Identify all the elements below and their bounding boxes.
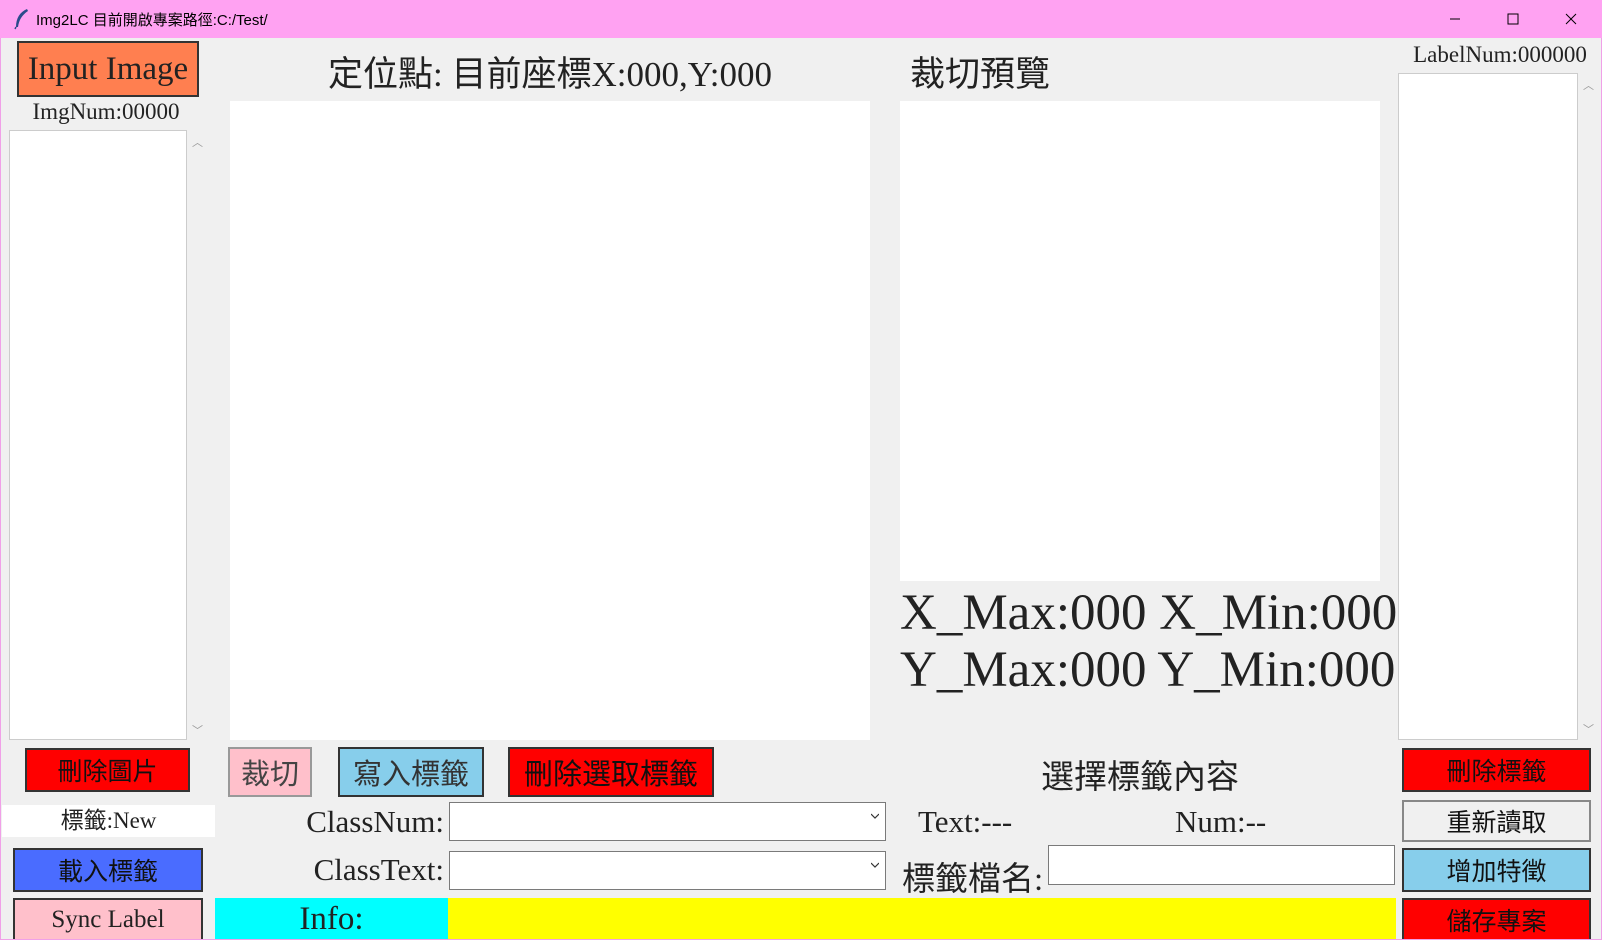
minimize-icon xyxy=(1450,18,1460,20)
text-value: Text:--- xyxy=(918,804,1013,839)
class-text-combobox[interactable] xyxy=(449,851,886,890)
maximize-icon xyxy=(1507,13,1519,25)
y-range-readout: Y_Max:000 Y_Min:000 xyxy=(900,642,1396,698)
label-list-scrollbar[interactable]: ︿ ﹀ xyxy=(1578,73,1598,740)
num-value: Num:-- xyxy=(1175,804,1267,839)
reload-button[interactable]: 重新讀取 xyxy=(1402,800,1591,842)
label-listbox[interactable] xyxy=(1398,73,1578,740)
select-content-title: 選擇標籤內容 xyxy=(1041,760,1239,796)
delete-image-button[interactable]: 刪除圖片 xyxy=(25,748,190,792)
class-num-label: ClassNum: xyxy=(306,804,444,839)
delete-selected-label-button[interactable]: 刪除選取標籤 xyxy=(508,747,714,797)
sync-label-button[interactable]: Sync Label xyxy=(13,898,203,940)
position-readout: 定位點: 目前座標X:000,Y:000 xyxy=(327,55,772,94)
img-num-label: ImgNum:00000 xyxy=(32,99,180,124)
chevron-up-icon[interactable]: ︿ xyxy=(192,134,203,150)
filename-input[interactable] xyxy=(1048,845,1395,885)
delete-label-button[interactable]: 刪除標籤 xyxy=(1402,748,1591,792)
image-listbox[interactable] xyxy=(9,130,187,740)
write-label-button[interactable]: 寫入標籤 xyxy=(338,747,484,797)
minimize-button[interactable] xyxy=(1426,0,1484,38)
close-icon xyxy=(1565,13,1577,25)
x-range-readout: X_Max:000 X_Min:000 xyxy=(900,585,1398,641)
class-num-combobox[interactable] xyxy=(449,802,886,841)
image-canvas[interactable] xyxy=(230,101,870,740)
crop-preview-canvas xyxy=(900,101,1380,581)
filename-label: 標籤檔名: xyxy=(902,862,1044,898)
crop-button[interactable]: 裁切 xyxy=(228,747,312,797)
chevron-down-icon xyxy=(871,813,879,819)
info-label: Info: xyxy=(299,901,364,937)
chevron-down-icon[interactable]: ﹀ xyxy=(192,722,203,738)
save-project-button[interactable]: 儲存專案 xyxy=(1402,898,1591,940)
info-message-bar xyxy=(448,898,1396,940)
feather-icon xyxy=(14,9,28,30)
load-label-button[interactable]: 載入標籤 xyxy=(13,848,203,892)
window-title: Img2LC 目前開啟專案路徑:C:/Test/ xyxy=(36,12,268,29)
chevron-up-icon[interactable]: ︿ xyxy=(1583,77,1594,93)
info-label-box: Info: xyxy=(215,898,448,940)
image-list-scrollbar[interactable]: ︿ ﹀ xyxy=(187,130,207,740)
label-num-label: LabelNum:000000 xyxy=(1413,42,1587,67)
label-status: 標籤:New xyxy=(2,805,215,837)
class-text-label: ClassText: xyxy=(313,852,444,887)
crop-preview-title: 裁切預覽 xyxy=(910,55,1051,94)
add-feature-button[interactable]: 增加特徵 xyxy=(1402,848,1591,892)
title-bar: Img2LC 目前開啟專案路徑:C:/Test/ xyxy=(0,0,1602,38)
input-image-button[interactable]: Input Image xyxy=(17,41,199,97)
maximize-button[interactable] xyxy=(1484,0,1542,38)
close-button[interactable] xyxy=(1542,0,1600,38)
chevron-down-icon xyxy=(871,862,879,868)
chevron-down-icon[interactable]: ﹀ xyxy=(1583,721,1594,737)
